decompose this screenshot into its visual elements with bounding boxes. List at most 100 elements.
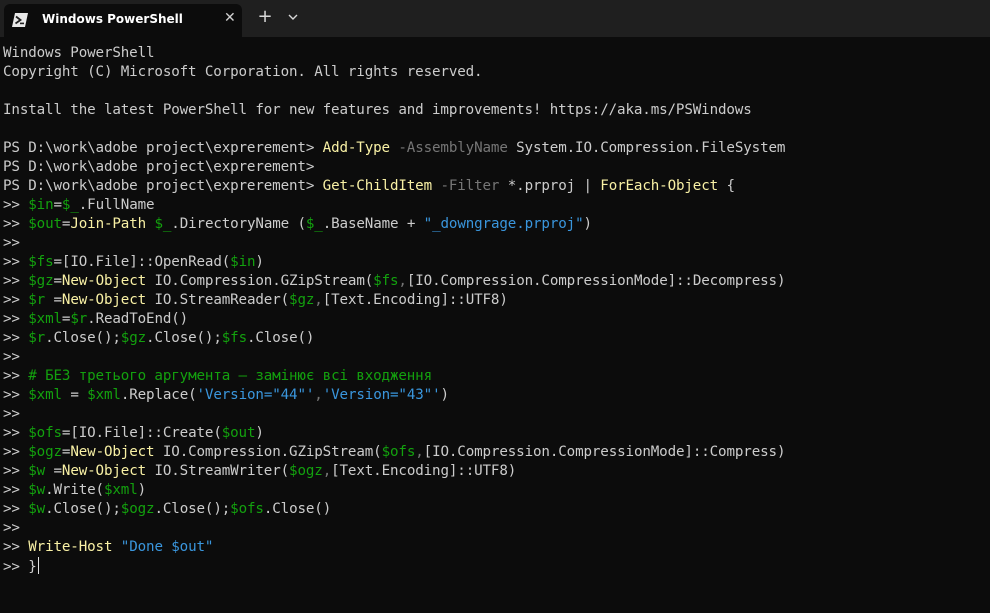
terminal-text: $w xyxy=(28,463,46,479)
terminal-text: >> xyxy=(3,311,29,327)
terminal-text: , xyxy=(415,444,424,460)
terminal-text: >> xyxy=(3,406,20,422)
tab-title: Windows PowerShell xyxy=(42,12,183,26)
terminal-text: >> xyxy=(3,273,29,289)
terminal-text: ) xyxy=(583,216,593,232)
terminal-text: >> xyxy=(3,463,29,479)
terminal-text: IO.StreamWriter( xyxy=(146,463,290,479)
terminal-text: $ogz xyxy=(289,463,323,479)
terminal-text: New-Object xyxy=(61,273,147,289)
terminal-line: Copyright (C) Microsoft Corporation. All… xyxy=(3,63,987,82)
terminal-text: >> xyxy=(3,520,20,536)
terminal-text: # БЕЗ третього аргумента — замінює всі в… xyxy=(28,368,433,384)
terminal-text: , xyxy=(322,463,332,479)
terminal-line: >> $fs=[IO.File]::OpenRead($in) xyxy=(3,253,987,272)
terminal-text: $fs xyxy=(28,254,54,270)
terminal-line: >> $in=$_.FullName xyxy=(3,196,987,215)
terminal-text: [Text.Encoding]::UTF8) xyxy=(331,463,517,479)
terminal-text: =[IO.File]::OpenRead( xyxy=(53,254,231,270)
terminal-text: IO.Compression.GZipStream( xyxy=(146,273,374,289)
terminal-text: ) xyxy=(440,387,449,403)
text-cursor xyxy=(37,557,39,574)
terminal-text: .FullName xyxy=(78,197,155,213)
terminal-text: 'Version="44"' xyxy=(196,387,315,403)
terminal-text: , xyxy=(314,292,323,308)
new-tab-button[interactable]: + xyxy=(256,6,274,28)
terminal-text: >> xyxy=(3,482,29,498)
terminal-text: ) xyxy=(255,254,264,270)
terminal-line: >> xyxy=(3,348,987,367)
terminal-text: $ofs xyxy=(28,425,62,441)
terminal-text: Copyright (C) Microsoft Corporation. All… xyxy=(3,64,483,80)
terminal-text: [IO.Compression.CompressionMode]::Decomp… xyxy=(406,273,786,289)
terminal-text: .Close(); xyxy=(154,501,231,517)
terminal-text: New-Object xyxy=(70,444,155,460)
terminal-text: >> xyxy=(3,330,29,346)
terminal-text: >> } xyxy=(3,559,37,575)
terminal-text: New-Object xyxy=(61,463,147,479)
terminal-text: $_ xyxy=(305,216,323,232)
terminal-text: $r xyxy=(28,292,46,308)
terminal-text: $r xyxy=(28,330,46,346)
terminal-text: Get-ChildItem xyxy=(322,178,433,194)
terminal-text: PS D:\work\adobe project\exprerement> xyxy=(3,178,323,194)
terminal-text: .Replace( xyxy=(120,387,197,403)
terminal-line: Windows PowerShell xyxy=(3,44,987,63)
terminal-text: $_ xyxy=(154,216,172,232)
terminal-text: $w xyxy=(28,501,46,517)
close-icon[interactable]: ✕ xyxy=(224,10,236,26)
terminal-text: , xyxy=(398,273,407,289)
terminal-text: >> xyxy=(3,216,29,232)
terminal-text: >> xyxy=(3,387,29,403)
terminal-text: Install the latest PowerShell for new fe… xyxy=(3,102,752,118)
terminal-line: >> $ofs=[IO.File]::Create($out) xyxy=(3,424,987,443)
terminal-line: PS D:\work\adobe project\exprerement> Ge… xyxy=(3,177,987,196)
terminal-line: >> } xyxy=(3,557,987,576)
terminal-line: >> $xml = $xml.Replace('Version="44"','V… xyxy=(3,386,987,405)
terminal-text: IO.StreamReader( xyxy=(146,292,290,308)
terminal-text: $ogz xyxy=(28,444,62,460)
terminal-line: >> $gz=New-Object IO.Compression.GZipStr… xyxy=(3,272,987,291)
terminal-line: >> $w =New-Object IO.StreamWriter($ogz,[… xyxy=(3,462,987,481)
chevron-down-icon[interactable] xyxy=(286,11,300,23)
terminal-text: "_downgrage.prproj" xyxy=(423,216,584,232)
terminal-text: $fs xyxy=(221,330,248,346)
terminal-text: New-Object xyxy=(61,292,147,308)
terminal-text: >> xyxy=(3,501,29,517)
terminal-line: >> $ogz=New-Object IO.Compression.GZipSt… xyxy=(3,443,987,462)
terminal-text: $gz xyxy=(120,330,147,346)
terminal-text: >> xyxy=(3,425,29,441)
title-bar: Windows PowerShell ✕ + xyxy=(0,0,990,37)
terminal-text: .ReadToEnd() xyxy=(87,311,189,327)
terminal-text: $ofs xyxy=(381,444,416,460)
terminal-output[interactable]: Windows PowerShell Copyright (C) Microsof… xyxy=(3,44,987,610)
terminal-text: -Filter xyxy=(440,178,500,194)
terminal-text: Windows PowerShell xyxy=(3,45,155,61)
terminal-line: >> xyxy=(3,519,987,538)
terminal-text: $r xyxy=(70,311,88,327)
terminal-text: { xyxy=(718,178,735,194)
terminal-text: >> xyxy=(3,197,29,213)
terminal-text: *.prproj | xyxy=(499,178,601,194)
terminal-text: >> xyxy=(3,235,20,251)
tab-windows-powershell[interactable]: Windows PowerShell ✕ xyxy=(4,4,242,37)
terminal-text: $ogz xyxy=(120,501,155,517)
terminal-text: ) xyxy=(255,425,264,441)
terminal-text: .Write( xyxy=(45,482,104,498)
terminal-text: ForEach-Object xyxy=(600,178,719,194)
powershell-icon xyxy=(12,13,28,27)
terminal-text: .Close() xyxy=(247,330,315,346)
terminal-text: $xml xyxy=(28,387,62,403)
terminal-text: [Text.Encoding]::UTF8) xyxy=(322,292,508,308)
terminal-text: $w xyxy=(28,482,46,498)
terminal-text: Join-Path xyxy=(70,216,147,232)
terminal-line: >> $out=Join-Path $_.DirectoryName ($_.B… xyxy=(3,215,987,234)
terminal-text: >> xyxy=(3,292,29,308)
terminal-text: .Close() xyxy=(263,501,332,517)
terminal-line: Install the latest PowerShell for new fe… xyxy=(3,101,987,120)
terminal-text: >> xyxy=(3,444,29,460)
terminal-text: = xyxy=(53,197,63,213)
